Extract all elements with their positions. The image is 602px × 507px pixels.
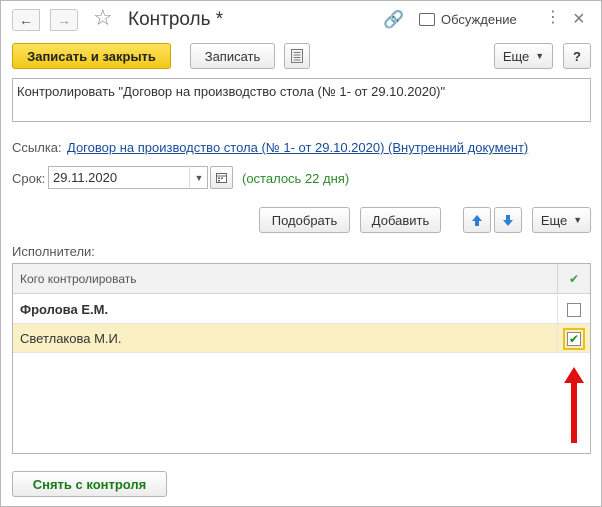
link-icon[interactable]: 🔗 <box>383 10 404 30</box>
save-button[interactable]: Записать <box>190 43 275 69</box>
deadline-date-input[interactable]: 29.11.2020 <box>48 166 208 189</box>
forward-button[interactable]: → <box>50 9 78 31</box>
help-button[interactable]: ? <box>563 43 591 69</box>
control-checkbox-cell[interactable]: ✔ <box>557 324 590 353</box>
move-down-button[interactable] <box>494 207 522 233</box>
calendar-button[interactable] <box>210 166 233 189</box>
executor-name: Фролова Е.М. <box>20 302 109 317</box>
calendar-icon <box>216 173 227 183</box>
discussion-label: Обсуждение <box>441 12 517 27</box>
reference-link[interactable]: Договор на производство стола (№ 1- от 2… <box>67 140 528 155</box>
control-checkbox-cell[interactable] <box>557 295 590 324</box>
caret-down-icon: ▼ <box>573 215 583 225</box>
document-list-icon <box>291 49 303 63</box>
remove-control-button[interactable]: Снять с контроля <box>12 471 167 497</box>
chat-bubble-icon <box>419 13 435 26</box>
discussion-button[interactable]: Обсуждение <box>419 12 517 27</box>
caret-down-icon: ▼ <box>535 51 545 61</box>
title-bar: ← → ☆ Контроль * 🔗 Обсуждение ⋮ × <box>1 1 601 39</box>
column-header-check[interactable]: ✔ <box>557 264 590 294</box>
table-more-label: Еще <box>540 212 568 228</box>
table-header: Кого контролировать ✔ <box>13 264 590 294</box>
back-button[interactable]: ← <box>12 9 40 31</box>
close-icon[interactable]: × <box>573 9 585 29</box>
report-button[interactable] <box>284 43 310 69</box>
save-and-close-button[interactable]: Записать и закрыть <box>12 43 171 69</box>
checkbox-focus-frame: ✔ <box>563 327 585 350</box>
table-more-button[interactable]: Еще ▼ <box>532 207 591 233</box>
executors-label: Исполнители: <box>12 244 95 259</box>
table-row[interactable]: Светлакова М.И. ✔ <box>13 324 590 353</box>
reference-label: Ссылка: <box>12 140 62 155</box>
more-button[interactable]: Еще ▼ <box>494 43 553 69</box>
deadline-label: Срок: <box>12 171 46 186</box>
pick-button[interactable]: Подобрать <box>259 207 350 233</box>
arrow-left-icon: ← <box>19 12 33 28</box>
control-window: ← → ☆ Контроль * 🔗 Обсуждение ⋮ × Записа… <box>0 0 602 507</box>
column-header-whom[interactable]: Кого контролировать <box>20 272 137 286</box>
table-row[interactable]: Фролова Е.М. <box>13 295 590 324</box>
executor-name: Светлакова М.И. <box>20 331 122 346</box>
move-up-button[interactable] <box>463 207 491 233</box>
arrow-right-icon: → <box>57 12 71 28</box>
remaining-days-text: (осталось 22 дня) <box>242 171 350 186</box>
favorite-star-icon[interactable]: ☆ <box>93 6 113 30</box>
content-textarea[interactable]: Контролировать "Договор на производство … <box>12 78 591 122</box>
checkmark-icon: ✔ <box>568 272 580 286</box>
arrow-down-icon <box>503 214 513 226</box>
control-checkbox-checked[interactable]: ✔ <box>567 331 581 346</box>
annotation-arrow-icon <box>564 367 584 443</box>
add-button[interactable]: Добавить <box>360 207 441 233</box>
date-dropdown-icon[interactable]: ▼ <box>189 166 208 189</box>
window-title: Контроль * <box>128 9 224 30</box>
control-checkbox[interactable] <box>567 302 581 317</box>
arrow-up-icon <box>472 214 482 226</box>
checkmark-icon: ✔ <box>568 331 580 346</box>
more-vertical-icon[interactable]: ⋮ <box>545 10 561 26</box>
more-label: Еще <box>502 48 530 64</box>
executors-table: Кого контролировать ✔ Фролова Е.М. Светл… <box>12 263 591 454</box>
